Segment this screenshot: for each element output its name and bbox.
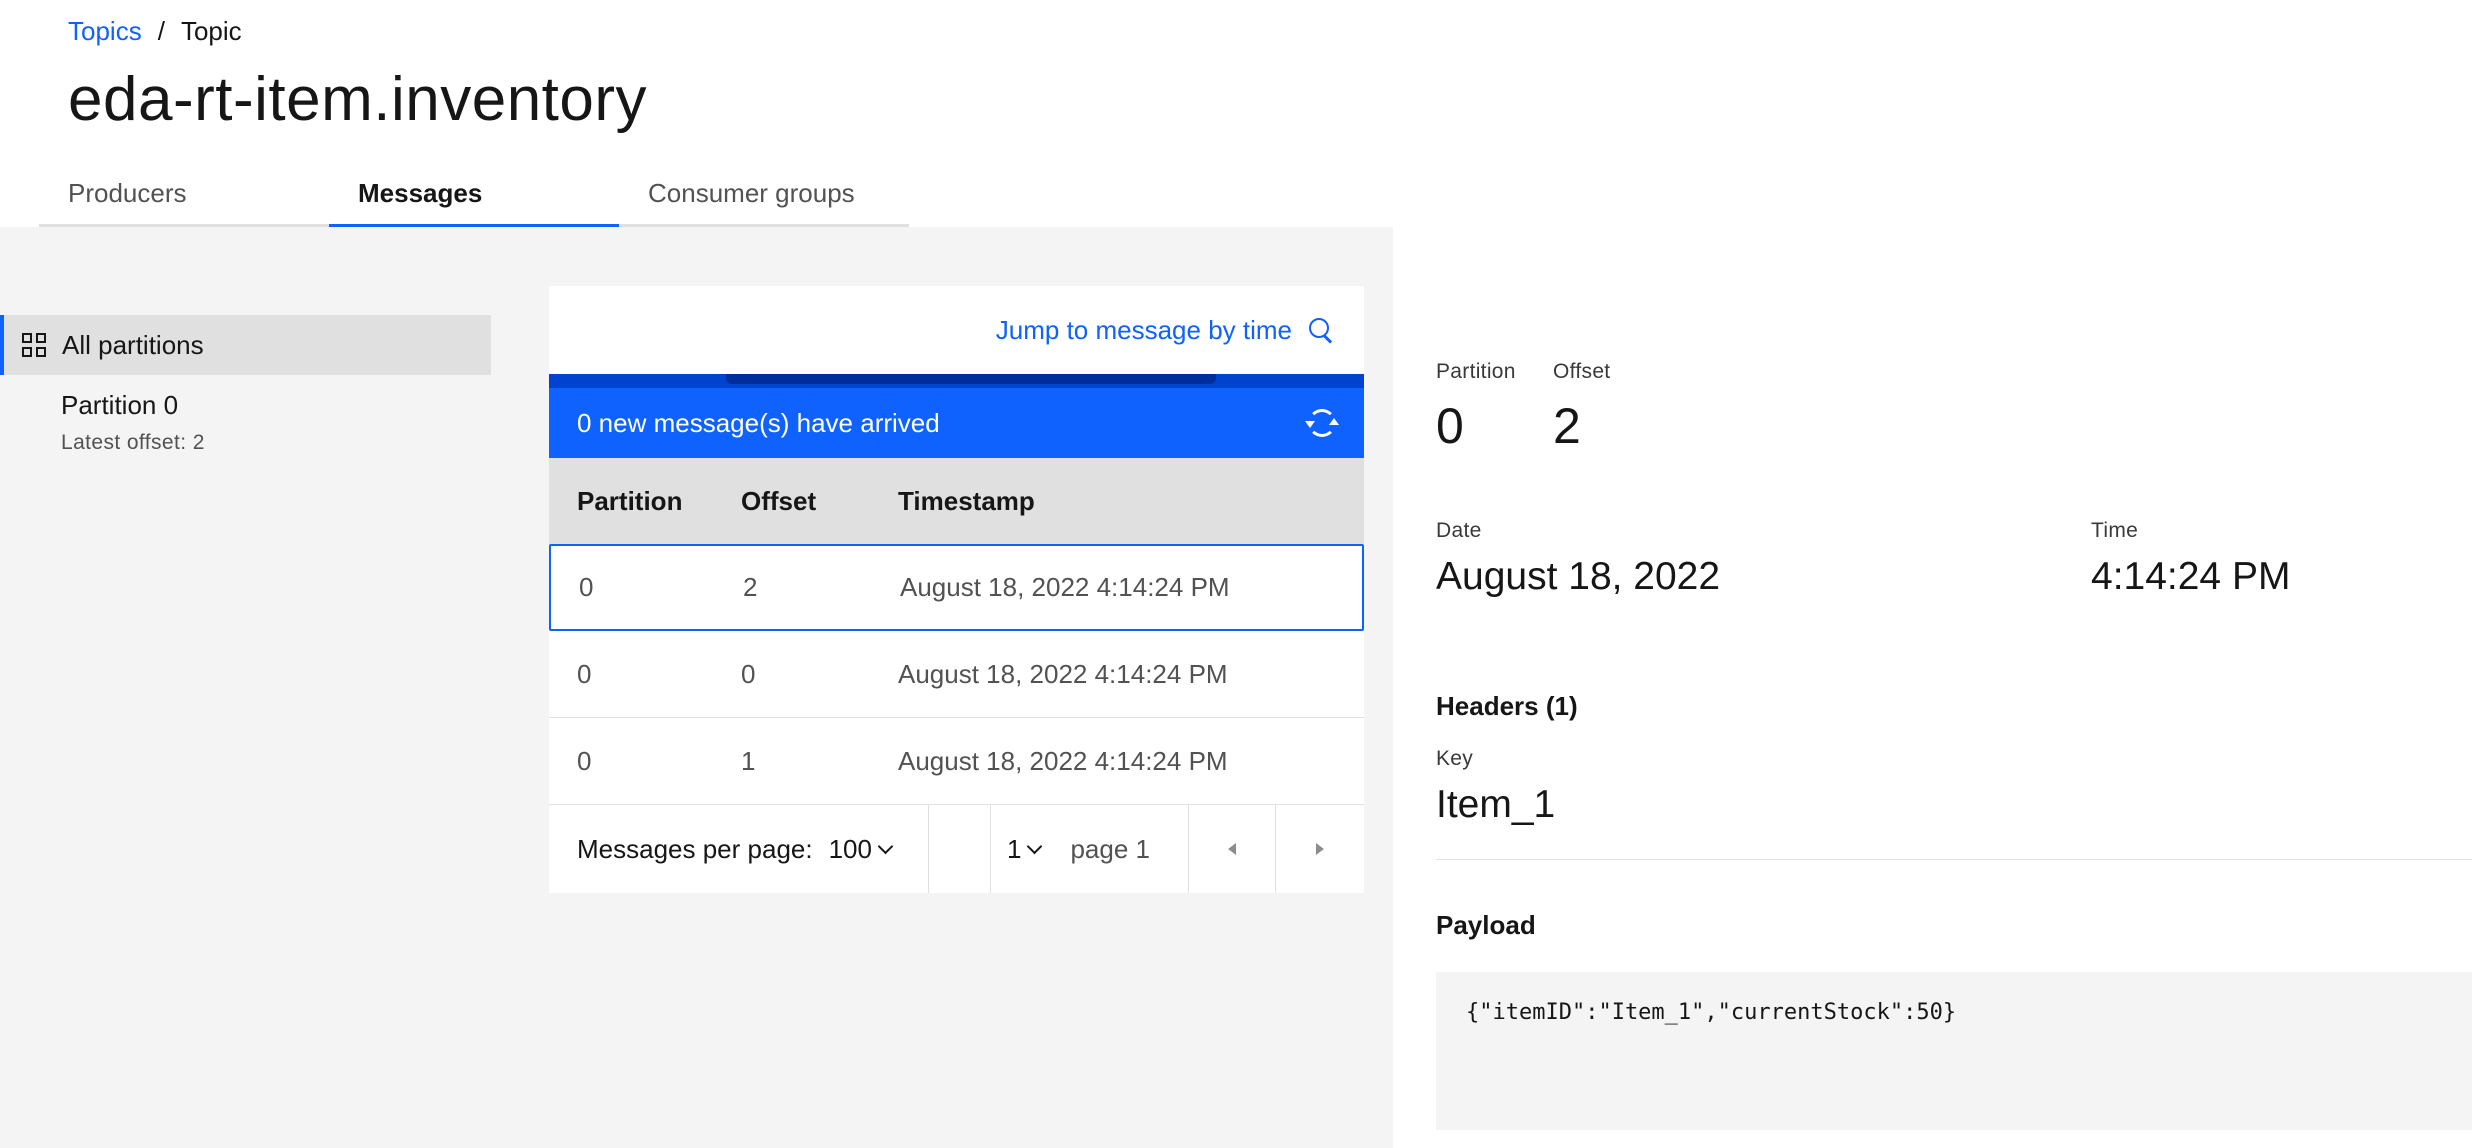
cell-offset: 0: [741, 658, 756, 689]
breadcrumb-topics-link[interactable]: Topics: [68, 16, 142, 47]
payload-text: {"itemID":"Item_1","currentStock":50}: [1466, 1000, 1957, 1025]
table-row[interactable]: 0 0 August 18, 2022 4:14:24 PM: [549, 631, 1364, 718]
jump-to-message-label: Jump to message by time: [995, 314, 1292, 345]
headers-heading: Headers (1): [1436, 691, 1578, 721]
tab-consumer-groups[interactable]: Consumer groups: [619, 170, 909, 227]
jump-to-message-button[interactable]: Jump to message by time: [996, 315, 1334, 346]
cell-partition: 0: [577, 745, 592, 776]
page-number-value: 1: [1007, 833, 1022, 864]
column-header-offset: Offset: [741, 485, 817, 516]
table-row[interactable]: 0 2 August 18, 2022 4:14:24 PM: [549, 544, 1364, 631]
detail-offset-value: 2: [1553, 398, 1581, 454]
column-header-partition: Partition: [577, 485, 683, 516]
cell-timestamp: August 18, 2022 4:14:24 PM: [898, 658, 1228, 689]
cell-partition: 0: [577, 658, 592, 689]
cell-offset: 2: [743, 572, 758, 602]
messages-table-card: Jump to message by time 0 new message(s)…: [549, 286, 1364, 893]
page-number-select[interactable]: 1: [1007, 833, 1043, 865]
new-messages-notification: 0 new message(s) have arrived: [549, 388, 1364, 458]
detail-date-label: Date: [1436, 519, 1482, 542]
cell-timestamp: August 18, 2022 4:14:24 PM: [898, 745, 1228, 776]
detail-time-label: Time: [2091, 519, 2139, 542]
table-header: Partition Offset Timestamp: [549, 458, 1364, 544]
sidebar-item-partition-0[interactable]: Partition 0 Latest offset: 2: [61, 390, 205, 455]
cell-partition: 0: [579, 572, 594, 602]
breadcrumb: Topics / Topic: [68, 16, 242, 47]
partition-label: Partition 0: [61, 390, 179, 420]
detail-date-value: August 18, 2022: [1436, 555, 1721, 598]
tab-messages[interactable]: Messages: [329, 170, 619, 227]
partition-latest-offset: Latest offset: 2: [61, 431, 205, 454]
items-per-page-value: 100: [828, 833, 872, 864]
column-header-timestamp: Timestamp: [898, 485, 1035, 516]
sidebar-item-label: All partitions: [62, 329, 204, 360]
detail-time-value: 4:14:24 PM: [2091, 555, 2291, 598]
pagination-spacer: [929, 805, 991, 893]
tab-list: Producers Messages Consumer groups: [39, 170, 909, 227]
notification-text: 0 new message(s) have arrived: [577, 407, 940, 438]
chevron-down-icon: [1027, 838, 1043, 854]
payload-code-block[interactable]: {"itemID":"Item_1","currentStock":50}: [1436, 972, 2472, 1130]
detail-key-value: Item_1: [1436, 783, 1556, 826]
previous-page-button[interactable]: [1189, 805, 1276, 893]
table-toolbar: Jump to message by time: [549, 286, 1364, 374]
search-icon: [1308, 317, 1334, 343]
items-per-page-label: Messages per page:: [577, 833, 813, 864]
next-page-button[interactable]: [1276, 805, 1363, 893]
caret-right-icon: [1315, 843, 1324, 855]
breadcrumb-separator: /: [157, 16, 165, 46]
tab-producers[interactable]: Producers: [39, 170, 329, 227]
pagination: Messages per page: 100 1 page 1: [549, 805, 1364, 893]
page-selector: 1 page 1: [991, 805, 1189, 893]
items-per-page-select[interactable]: 100: [828, 833, 894, 865]
page-label: page 1: [1070, 833, 1150, 864]
chevron-down-icon: [877, 838, 894, 854]
table-row[interactable]: 0 1 August 18, 2022 4:14:24 PM: [549, 718, 1364, 805]
page: Topics / Topic eda-rt-item.inventory Pro…: [0, 0, 2472, 1148]
payload-heading: Payload: [1436, 910, 1536, 940]
detail-partition-value: 0: [1436, 398, 1464, 454]
divider: [1436, 859, 2472, 860]
breadcrumb-current: Topic: [180, 16, 242, 46]
sidebar-item-all-partitions[interactable]: All partitions: [0, 315, 491, 375]
items-per-page: Messages per page: 100: [549, 805, 929, 893]
detail-partition-label: Partition: [1436, 360, 1516, 383]
cell-offset: 1: [741, 745, 756, 776]
grid-icon: [22, 333, 46, 357]
page-title: eda-rt-item.inventory: [68, 65, 648, 134]
cell-timestamp: August 18, 2022 4:14:24 PM: [900, 572, 1230, 602]
loading-strip: [549, 374, 1364, 388]
detail-key-label: Key: [1436, 747, 1474, 770]
caret-left-icon: [1228, 843, 1236, 855]
refresh-icon[interactable]: [1305, 409, 1339, 437]
detail-offset-label: Offset: [1553, 360, 1611, 383]
